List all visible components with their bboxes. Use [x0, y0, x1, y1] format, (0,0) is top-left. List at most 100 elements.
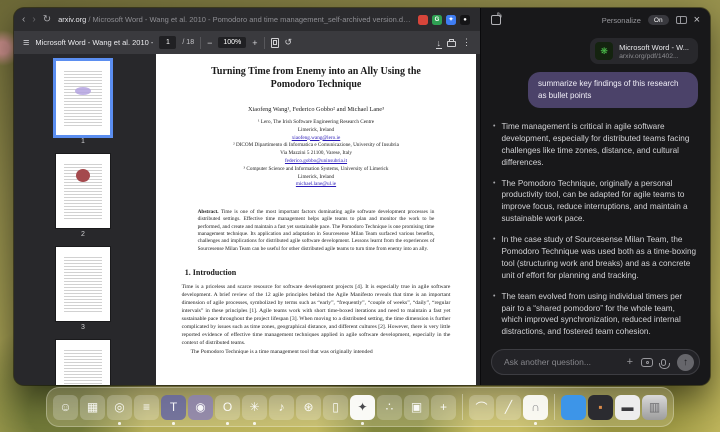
plus-app-icon[interactable]: +: [431, 395, 456, 420]
bird-app-icon[interactable]: ⌒: [469, 395, 494, 420]
user-message: summarize key findings of this research …: [528, 72, 698, 108]
thumbnail-page-preview[interactable]: [56, 154, 110, 228]
print-icon[interactable]: [447, 41, 456, 47]
arch-browser-icon[interactable]: ∩: [523, 395, 548, 420]
send-button[interactable]: ↑: [677, 354, 694, 371]
chat-input-area: Ask another question... + ↑: [481, 344, 710, 385]
menu-icon[interactable]: ≡: [23, 37, 29, 49]
affiliation-email-link[interactable]: michael.lane@ul.ie: [156, 181, 476, 189]
phone-mirroring-icon[interactable]: ▯: [323, 395, 348, 420]
page-thumbnail[interactable]: 2: [56, 154, 110, 238]
dock-camera-wheel[interactable]: ⊛: [296, 395, 321, 420]
capture-app-icon[interactable]: ◉: [188, 395, 213, 420]
address-field[interactable]: arxiv.org / Microsoft Word - Wang et al.…: [58, 15, 411, 24]
dock-screen-studio[interactable]: ▣: [404, 395, 429, 420]
dock-dots-app[interactable]: ∴: [377, 395, 402, 420]
dock-teams[interactable]: T: [161, 395, 186, 420]
extension-blue-icon[interactable]: ✦: [446, 15, 456, 25]
sidebar-toggle-icon[interactable]: [676, 16, 687, 24]
intro-paragraph: The Pomodoro Technique is a time managem…: [182, 349, 451, 357]
dock-slack[interactable]: ✳: [242, 395, 267, 420]
ai-assistant-icon[interactable]: ✦: [350, 395, 375, 420]
section-heading: 1. Introduction: [185, 268, 476, 277]
slack-icon[interactable]: ✳: [242, 395, 267, 420]
minimized-window-light-icon[interactable]: ▬: [615, 395, 640, 420]
launchpad-icon[interactable]: ▦: [80, 395, 105, 420]
dock-phone-mirroring[interactable]: ▯: [323, 395, 348, 420]
safari-icon[interactable]: ◎: [107, 395, 132, 420]
affiliation-email-link[interactable]: federico.gobbo@uninsubria.it: [156, 158, 476, 166]
finder-icon[interactable]: ☺: [53, 395, 78, 420]
thumbnail-page-preview[interactable]: [56, 247, 110, 321]
dock-launchpad[interactable]: ▦: [80, 395, 105, 420]
minimized-window-dark-icon[interactable]: ▪: [588, 395, 613, 420]
zoom-in-button[interactable]: +: [252, 38, 257, 48]
pencil-app-icon[interactable]: ╱: [496, 395, 521, 420]
rotate-icon[interactable]: ↺: [285, 37, 293, 48]
new-chat-icon[interactable]: [491, 15, 501, 25]
browser-window: ‹ › ↻ arxiv.org / Microsoft Word - Wang …: [14, 8, 710, 385]
extension-green-icon[interactable]: G: [432, 15, 442, 25]
close-icon[interactable]: ×: [694, 15, 700, 26]
zoom-out-button[interactable]: −: [207, 38, 212, 48]
dock-minimized-window-dark[interactable]: ▪: [588, 395, 613, 420]
dock-arch-browser[interactable]: ∩: [523, 395, 548, 420]
page-thumbnail[interactable]: 1: [56, 61, 110, 145]
thumbnail-page-preview[interactable]: [56, 340, 110, 385]
bullet-icon: •: [493, 291, 495, 339]
dock-capture-app[interactable]: ◉: [188, 395, 213, 420]
back-icon[interactable]: ‹: [22, 15, 25, 25]
attachment-title: Microsoft Word - W...: [619, 43, 689, 52]
affiliation-line: ³ Computer Science and Information Syste…: [156, 166, 476, 174]
microphone-icon[interactable]: [661, 359, 666, 366]
music-icon[interactable]: ♪: [269, 395, 294, 420]
more-options-icon[interactable]: ⋮: [462, 37, 471, 48]
notes-icon[interactable]: ≡: [134, 395, 159, 420]
chat-input-placeholder: Ask another question...: [504, 357, 619, 367]
page-thumbnail[interactable]: 3: [56, 247, 110, 331]
personalize-toggle[interactable]: On: [648, 15, 669, 25]
downloads-folder-icon[interactable]: [561, 395, 586, 420]
fit-page-icon[interactable]: [271, 38, 279, 48]
thumbnail-rail: 1 2 3: [14, 54, 152, 385]
dock-music[interactable]: ♪: [269, 395, 294, 420]
thumbnail-page-preview[interactable]: [56, 61, 110, 135]
opera-icon[interactable]: O: [215, 395, 240, 420]
dock-notes[interactable]: ≡: [134, 395, 159, 420]
dots-app-icon[interactable]: ∴: [377, 395, 402, 420]
running-indicator: [361, 422, 364, 425]
affiliation-line: Limerick, Ireland: [156, 174, 476, 182]
page-thumbnail[interactable]: [56, 340, 110, 385]
dock-divider: [554, 394, 555, 420]
dock-safari[interactable]: ◎: [107, 395, 132, 420]
dock-plus-app[interactable]: +: [431, 395, 456, 420]
reload-icon[interactable]: ↻: [43, 15, 51, 25]
dock-bird-app[interactable]: ⌒: [469, 395, 494, 420]
page-viewport: Turning Time from Enemy into an Ally Usi…: [152, 54, 480, 385]
screenshot-icon[interactable]: [641, 358, 653, 367]
teams-icon[interactable]: T: [161, 395, 186, 420]
extension-lock-icon[interactable]: ●: [460, 15, 470, 25]
dock-downloads-folder[interactable]: [561, 395, 586, 420]
assistant-bullet-list: •Time management is critical in agile so…: [493, 121, 698, 344]
dock-trash[interactable]: ▥: [642, 395, 667, 420]
download-icon[interactable]: ↓: [437, 38, 442, 48]
add-attachment-icon[interactable]: +: [627, 356, 633, 368]
dock-finder[interactable]: ☺: [53, 395, 78, 420]
dock-opera[interactable]: O: [215, 395, 240, 420]
trash-icon[interactable]: ▥: [642, 395, 667, 420]
screen-studio-icon[interactable]: ▣: [404, 395, 429, 420]
dock-ai-assistant[interactable]: ✦: [350, 395, 375, 420]
dock-minimized-window-light[interactable]: ▬: [615, 395, 640, 420]
dock-pencil-app[interactable]: ╱: [496, 395, 521, 420]
camera-wheel-icon[interactable]: ⊛: [296, 395, 321, 420]
affiliation-line: Via Mazzini 5 21100, Varese, Italy: [156, 150, 476, 158]
running-indicator: [172, 422, 175, 425]
attachment-card[interactable]: ❋ Microsoft Word - W... arxiv.org/pdf/14…: [590, 38, 698, 64]
page-number-input[interactable]: 1: [159, 36, 176, 49]
url-host: arxiv.org: [58, 15, 86, 24]
chat-input[interactable]: Ask another question... + ↑: [491, 349, 700, 375]
extension-red-icon[interactable]: [418, 15, 428, 25]
forward-icon[interactable]: ›: [32, 15, 35, 25]
abstract-label: Abstract.: [198, 209, 219, 215]
